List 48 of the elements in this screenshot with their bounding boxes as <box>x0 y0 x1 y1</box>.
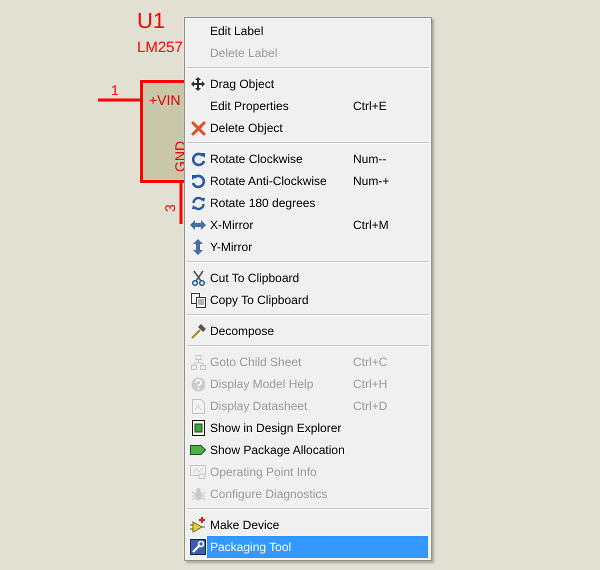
menu-item[interactable]: Edit Properties Ctrl+E <box>185 95 428 117</box>
chip-document-icon <box>192 420 204 436</box>
cross-icon <box>190 120 206 136</box>
pin-number: 3 <box>162 204 178 212</box>
component-reference: U1 <box>137 8 166 33</box>
document-icon <box>192 398 204 414</box>
menu-item[interactable]: Y-Mirror <box>185 236 428 258</box>
component-plus-icon <box>190 517 206 533</box>
pin-line <box>180 183 182 224</box>
menu-item[interactable]: Delete Object <box>185 117 428 139</box>
menu-item[interactable]: Rotate 180 degrees <box>185 192 428 214</box>
tag-icon <box>190 445 206 455</box>
hammer-icon <box>190 324 206 338</box>
menu-item[interactable]: Copy To Clipboard <box>185 289 428 311</box>
menu-item[interactable]: Cut To Clipboard <box>185 267 428 289</box>
shortcut-text: Num-- <box>353 152 386 166</box>
menu-item[interactable]: Show in Design Explorer <box>185 417 428 439</box>
rotate-clockwise-icon <box>190 152 206 166</box>
vertical-arrow-icon <box>193 239 203 255</box>
copy-icon <box>190 292 206 308</box>
component-value: LM257 <box>137 39 183 56</box>
pin-name: +VIN <box>149 92 181 108</box>
help-icon <box>190 376 206 392</box>
hierarchy-icon <box>190 354 206 370</box>
menu-item[interactable]: Rotate Clockwise Num-- <box>185 148 428 170</box>
shortcut-text: Ctrl+E <box>353 99 387 113</box>
menu-item[interactable]: Make Device <box>185 514 428 536</box>
monitor-icon <box>190 465 206 479</box>
pin-number: 1 <box>111 82 119 98</box>
menu-item[interactable]: Rotate Anti-Clockwise Num-+ <box>185 170 428 192</box>
shortcut-text: Ctrl+C <box>353 355 388 369</box>
menu-item[interactable]: Edit Label <box>185 20 428 42</box>
pin-line <box>98 98 140 102</box>
horizontal-arrow-icon <box>190 220 206 230</box>
menu-item[interactable]: X-Mirror Ctrl+M <box>185 214 428 236</box>
menu-item[interactable]: Decompose <box>185 320 428 342</box>
rotate-icon <box>190 196 206 210</box>
menu-item[interactable]: Drag Object <box>185 73 428 95</box>
move-icon <box>191 77 205 91</box>
shortcut-text: Ctrl+H <box>353 377 388 391</box>
chip-wrench-icon <box>190 539 206 555</box>
scissors-icon <box>190 270 206 286</box>
bug-icon <box>190 486 206 502</box>
rotate-anticlockwise-icon <box>190 174 206 188</box>
shortcut-text: Num-+ <box>353 174 390 188</box>
menu-item[interactable]: Show Package Allocation <box>185 439 428 461</box>
shortcut-text: Ctrl+M <box>353 218 389 232</box>
shortcut-text: Ctrl+D <box>353 399 388 413</box>
